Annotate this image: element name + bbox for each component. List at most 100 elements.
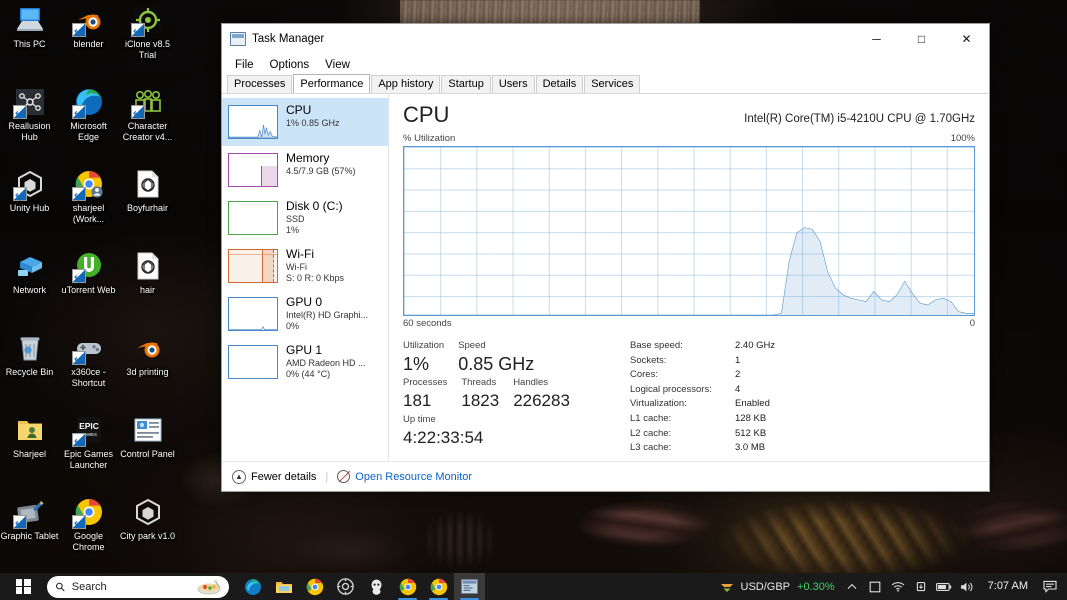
battery-icon[interactable]	[933, 573, 956, 600]
tab-performance[interactable]: Performance	[293, 74, 371, 93]
cpu-spec-value: 4	[735, 383, 741, 395]
desktop-icon-city-park-v1-0[interactable]: City park v1.0	[118, 496, 177, 566]
cpu-spec-key: L2 cache:	[630, 427, 672, 439]
desktop-icon-sharjeel-work[interactable]: sharjeel (Work...	[59, 168, 118, 238]
search-input[interactable]: ⚲ Search	[47, 575, 229, 598]
stat-uptime: Up time 4:22:33:54	[403, 413, 483, 450]
stat-uptime-label: Up time	[403, 414, 436, 425]
settings-taskbar-icon[interactable]	[330, 573, 361, 600]
stock-ticker[interactable]: USD/GBP +0.30%	[713, 573, 841, 600]
desktop-icon-unity-hub[interactable]: Unity Hub	[0, 168, 59, 238]
edge-taskbar-icon[interactable]	[237, 573, 268, 600]
wallpaper-armor-plate-right	[950, 498, 1067, 556]
window-buttons: ─ □ ✕	[854, 24, 989, 54]
menu-item-options[interactable]: Options	[262, 59, 318, 71]
sidebar-item-gpu-1[interactable]: GPU 1 AMD Radeon HD ... 0% (44 °C)	[222, 338, 388, 386]
sidebar-item-sub1: AMD Radeon HD ...	[286, 358, 366, 368]
start-button[interactable]	[0, 573, 46, 600]
chrome-taskbar-icon[interactable]	[299, 573, 330, 600]
stat-threads-value: 1823	[461, 391, 500, 410]
desktop-icon-label: Boyfurhair	[126, 203, 169, 213]
chrome-window-taskbar-icon[interactable]	[392, 573, 423, 600]
desktop-icon-label: Microsoft Edge	[70, 121, 107, 142]
desktop-icon-utorrent-web[interactable]: uTorrent Web	[59, 250, 118, 320]
desktop-icon-blender[interactable]: blender	[59, 4, 118, 74]
clock[interactable]: 7:07 AM	[979, 573, 1037, 600]
display-icon[interactable]	[864, 573, 887, 600]
sidebar-item-info: GPU 1 AMD Radeon HD ... 0% (44 °C)	[286, 343, 366, 380]
desktop-icon-reallusion-hub[interactable]: Reallusion Hub	[0, 86, 59, 156]
tab-users[interactable]: Users	[491, 75, 535, 93]
app-taskbar-icon[interactable]	[361, 573, 392, 600]
desktop-icon-x360ce-shortcut[interactable]: x360ce - Shortcut	[59, 332, 118, 402]
notification-icon[interactable]	[1037, 573, 1063, 600]
desktop-icon-label: Google Chrome	[72, 531, 105, 552]
desktop-icon-label: Sharjeel	[12, 449, 47, 459]
recycle-bin-icon	[14, 332, 46, 364]
desktop-icon-boyfurhair[interactable]: Boyfurhair	[118, 168, 177, 238]
open-resource-monitor-link[interactable]: Open Resource Monitor	[337, 470, 472, 483]
cpu-stats-right: Base speed: 2.40 GHz Sockets: 1 Cores: 2 Logic…	[608, 339, 975, 456]
onedrive-icon[interactable]	[910, 573, 933, 600]
system-tray: USD/GBP +0.30% 7:07 AM	[713, 573, 1067, 600]
desktop-icon-epic-games-launcher[interactable]: EPICGAMESEpic Games Launcher	[59, 414, 118, 484]
tab-processes[interactable]: Processes	[227, 75, 293, 93]
desktop-icon-sharjeel[interactable]: Sharjeel	[0, 414, 59, 484]
blender-icon	[71, 4, 105, 40]
desktop-icon-google-chrome[interactable]: Google Chrome	[59, 496, 118, 566]
volume-icon[interactable]	[956, 573, 979, 600]
user-folder-icon	[14, 414, 46, 446]
sidebar-item-wi-fi[interactable]: Wi-Fi Wi-Fi S: 0 R: 0 Kbps	[222, 242, 388, 290]
unity-icon	[132, 496, 164, 528]
sidebar-thumbnail-graph	[228, 345, 278, 379]
stat-threads: Threads 1823	[461, 376, 499, 413]
cpu-header: CPU Intel(R) Core(TM) i5-4210U CPU @ 1.7…	[403, 102, 975, 128]
chevron-up-icon[interactable]	[841, 573, 864, 600]
desktop-icon-label: Control Panel	[120, 449, 175, 459]
sidebar-item-memory[interactable]: Memory 4.5/7.9 GB (57%)	[222, 146, 388, 194]
resource-sidebar[interactable]: CPU 1% 0.85 GHz Memory 4.5/7.9 GB (57%) Disk…	[222, 94, 389, 461]
desktop-icon-control-panel[interactable]: Control Panel	[118, 414, 177, 484]
task-manager-taskbar-icon[interactable]	[454, 573, 485, 600]
sidebar-item-disk-0-c[interactable]: Disk 0 (C:) SSD 1%	[222, 194, 388, 242]
character-creator-icon	[130, 86, 164, 122]
stats-row-3: Up time 4:22:33:54	[403, 413, 608, 450]
chrome-window2-taskbar-icon[interactable]	[423, 573, 454, 600]
utorrent-icon	[71, 250, 105, 286]
minimize-button[interactable]: ─	[854, 24, 899, 54]
cpu-spec-value: 2.40 GHz	[735, 340, 776, 351]
tab-services[interactable]: Services	[584, 75, 641, 93]
desktop-icon-network[interactable]: Network	[0, 250, 59, 320]
chevron-up-icon: ▲	[232, 469, 246, 484]
windows-logo-icon	[15, 579, 31, 594]
close-button[interactable]: ✕	[944, 24, 989, 54]
tab-startup[interactable]: Startup	[441, 75, 491, 93]
stat-handles: Handles 226283	[513, 376, 570, 413]
cpu-model-label: Intel(R) Core(TM) i5-4210U CPU @ 1.70GHz	[744, 113, 975, 125]
desktop-icon-graphic-tablet[interactable]: Graphic Tablet	[0, 496, 59, 566]
cpu-spec-key: L3 cache:	[630, 442, 672, 454]
stat-threads-label: Threads	[461, 377, 497, 388]
desktop-icon-3d-printing[interactable]: 3d printing	[118, 332, 177, 402]
menu-item-file[interactable]: File	[227, 59, 262, 71]
desktop-icon-recycle-bin[interactable]: Recycle Bin	[0, 332, 59, 402]
desktop-icon-iclone-v8-5-trial[interactable]: iClone v8.5 Trial	[118, 4, 177, 74]
cpu-spec-value: 1	[735, 354, 741, 366]
sidebar-item-gpu-0[interactable]: GPU 0 Intel(R) HD Graphi... 0%	[222, 290, 388, 338]
desktop-icon-microsoft-edge[interactable]: Microsoft Edge	[59, 86, 118, 156]
maximize-button[interactable]: □	[899, 24, 944, 54]
stat-handles-value: 226283	[513, 391, 570, 410]
desktop-icon-label: blender	[73, 39, 104, 49]
file-explorer-taskbar-icon[interactable]	[268, 573, 299, 600]
fewer-details-button[interactable]: ▲ Fewer details	[232, 469, 316, 484]
tab-details[interactable]: Details	[535, 75, 584, 93]
wifi-icon[interactable]	[887, 573, 910, 600]
stat-handles-label: Handles	[513, 377, 549, 388]
sidebar-item-cpu[interactable]: CPU 1% 0.85 GHz	[222, 98, 388, 146]
desktop-icon-this-pc[interactable]: This PC	[0, 4, 59, 74]
desktop-icon-hair[interactable]: hair	[118, 250, 177, 320]
menu-item-view[interactable]: View	[317, 59, 358, 71]
tab-app-history[interactable]: App history	[371, 75, 441, 93]
desktop-icon-character-creator-v4[interactable]: Character Creator v4...	[118, 86, 177, 156]
task-manager-window: Task Manager ─ □ ✕ File Options View Pro…	[221, 23, 990, 492]
